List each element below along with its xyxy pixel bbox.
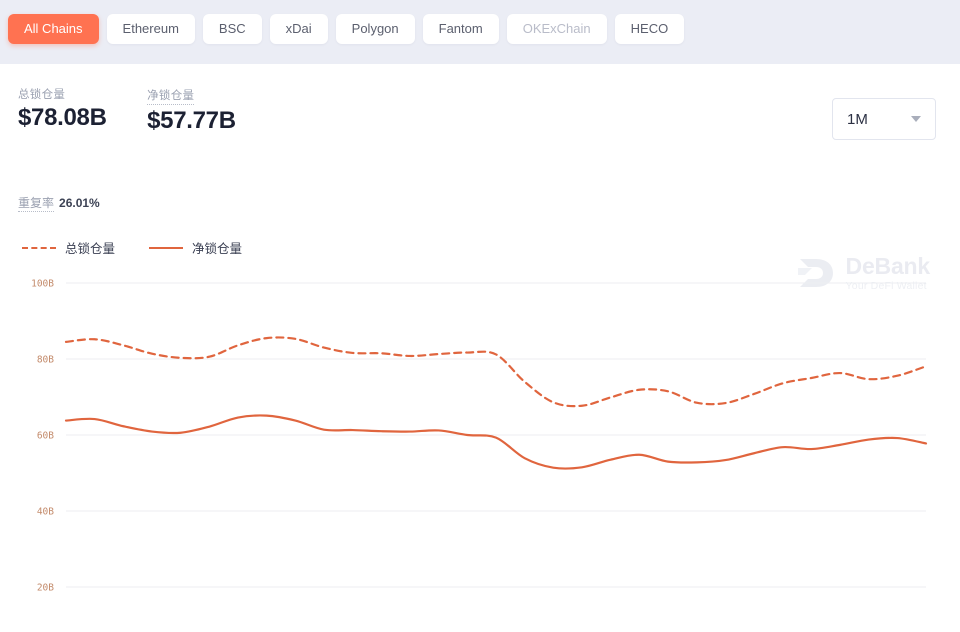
chain-tab-fantom[interactable]: Fantom bbox=[423, 14, 499, 44]
chain-tab-label: xDai bbox=[286, 21, 312, 36]
chain-tab-label: OKExChain bbox=[523, 21, 591, 36]
metric-net-locked-label[interactable]: 净锁仓量 bbox=[147, 87, 194, 105]
chain-tab-okexchain[interactable]: OKExChain bbox=[507, 14, 607, 44]
chart-series-lines bbox=[66, 337, 926, 468]
chart-gridlines bbox=[66, 283, 926, 632]
chain-tab-label: All Chains bbox=[24, 21, 83, 36]
metric-duplication-value: 26.01% bbox=[59, 196, 100, 210]
chain-tab-bsc[interactable]: BSC bbox=[203, 14, 262, 44]
metric-duplication: 重复率 26.01% bbox=[18, 194, 100, 211]
tvl-chart-card: 总锁仓量 $78.08B 净锁仓量 $57.77B 重复率 26.01% 1M 总… bbox=[0, 64, 960, 632]
chain-tab-label: BSC bbox=[219, 21, 246, 36]
chain-tab-xdai[interactable]: xDai bbox=[270, 14, 328, 44]
metric-total-locked-value: $78.08B bbox=[18, 104, 107, 132]
metric-duplication-label[interactable]: 重复率 bbox=[18, 196, 54, 212]
chain-tab-ethereum[interactable]: Ethereum bbox=[107, 14, 195, 44]
chart-svg: 100B80B60B40B20B0 10. Jun12. Jun14. Jun1… bbox=[0, 214, 960, 632]
chain-tab-label: Polygon bbox=[352, 21, 399, 36]
time-range-value: 1M bbox=[847, 111, 868, 128]
y-axis-tick-label: 60B bbox=[37, 431, 54, 442]
chain-tab-label: Fantom bbox=[439, 21, 483, 36]
metric-total-locked: 总锁仓量 $78.08B bbox=[18, 86, 107, 132]
chain-tab-bar: All Chains Ethereum BSC xDai Polygon Fan… bbox=[0, 0, 960, 52]
chevron-down-icon bbox=[911, 116, 921, 122]
summary-metrics: 总锁仓量 $78.08B 净锁仓量 $57.77B bbox=[0, 64, 960, 150]
chain-tab-polygon[interactable]: Polygon bbox=[336, 14, 415, 44]
y-axis-tick-label: 100B bbox=[31, 279, 54, 290]
chart-y-axis-labels: 100B80B60B40B20B0 bbox=[31, 279, 54, 632]
metric-net-locked-value: $57.77B bbox=[147, 107, 236, 135]
chart-line-total-locked bbox=[66, 337, 926, 406]
metric-net-locked: 净锁仓量 $57.77B bbox=[147, 86, 236, 135]
y-axis-tick-label: 20B bbox=[37, 583, 54, 594]
chart-line-net-locked bbox=[66, 415, 926, 468]
chain-tab-label: HECO bbox=[631, 21, 669, 36]
y-axis-tick-label: 80B bbox=[37, 355, 54, 366]
time-range-select[interactable]: 1M bbox=[832, 98, 936, 140]
metric-total-locked-label: 总锁仓量 bbox=[18, 86, 107, 102]
tvl-line-chart: 100B80B60B40B20B0 10. Jun12. Jun14. Jun1… bbox=[0, 214, 960, 632]
chain-tab-all-chains[interactable]: All Chains bbox=[8, 14, 99, 44]
chain-tab-label: Ethereum bbox=[123, 21, 179, 36]
chain-tab-heco[interactable]: HECO bbox=[615, 14, 685, 44]
y-axis-tick-label: 40B bbox=[37, 507, 54, 518]
